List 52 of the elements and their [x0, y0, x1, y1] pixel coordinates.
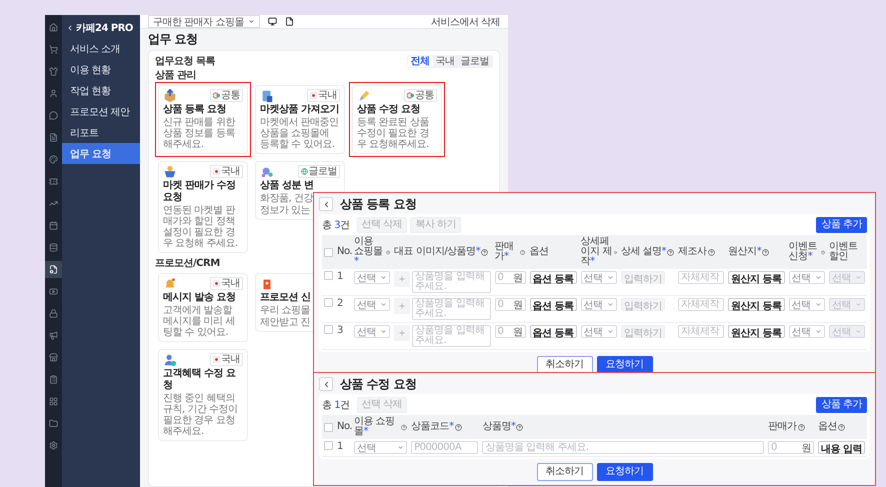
page-title: 업무 요청 [148, 32, 199, 47]
card-title: 마켓 판매가 수정 요청 [163, 180, 236, 204]
card-title: 고객혜택 수정 요청 [163, 368, 236, 392]
column-header: 원산지* [728, 247, 762, 257]
column-header: 제조사 [678, 247, 706, 257]
card-title: 프로모션 신 [260, 292, 310, 304]
row-number: 1 [337, 271, 343, 282]
column-header: No. [337, 422, 352, 432]
total-count: 총 1건 [322, 398, 350, 412]
card-description: 연동된 마켓별 판매가와 할인 정책 설정이 필요한 경우 요청해 주세요. [163, 205, 239, 249]
card-title: 마켓상품 가져오기 [260, 104, 340, 116]
row-number: 1 [337, 441, 343, 452]
column-header: 이벤트 신청* [788, 242, 818, 262]
card-description: 마켓에서 판매중인 상품을 쇼핑몰에 등록할 수 있어요. [260, 117, 340, 150]
region-badge: 국내 [210, 353, 243, 366]
row-number: 2 [337, 298, 343, 309]
card-description: 등록 완료된 상품 수정이 필요한 경우 요청해주세요. [357, 117, 430, 150]
region-badge: 글로벌 [298, 165, 340, 178]
card-title: 메시지 발송 요청 [163, 292, 236, 304]
column-header: 옵션 [818, 422, 837, 432]
column-header: 이용 쇼핑몰* [354, 417, 396, 437]
column-header: 판매가 [768, 422, 797, 432]
card-description: 우리 쇼핑몰 [260, 305, 310, 316]
dialog-title: 상품 수정 요청 [340, 377, 416, 391]
column-header: 상세페이지 제작* [580, 237, 613, 267]
region-badge: 국내 [210, 165, 243, 178]
column-header: 상세 설명* [620, 247, 666, 257]
card-description: 화장품, 건강 [260, 193, 313, 204]
section-label: 프로모션/CRM [155, 258, 220, 269]
region-badge: 국내 [210, 277, 243, 290]
column-header: 옵션 [530, 247, 549, 257]
card-description: 신규 판매를 위한 상품 정보를 등록해주세요. [163, 117, 236, 150]
card-title: 상품 수정 요청 [357, 104, 421, 116]
column-header: No. [337, 247, 352, 257]
region-badge: 국내 [307, 89, 340, 102]
list-title: 업무요청 목록 [155, 55, 215, 68]
column-header: 이용 쇼핑몰 * [354, 237, 384, 267]
card-description: 정보가 있는 [260, 205, 310, 216]
column-header: 상품명* [482, 422, 516, 432]
card-description: 제안받고 진 [260, 317, 310, 328]
card-title: 상품 등록 요청 [163, 104, 227, 116]
card-title: 상품 성분 변 [260, 180, 314, 192]
total-count: 총 3건 [322, 218, 350, 232]
column-header: 상품코드* [411, 422, 454, 432]
column-header: 판매가* [494, 242, 515, 262]
column-header: 이벤트 할인 [828, 242, 858, 262]
section-label: 상품 관리 [155, 70, 196, 81]
card-description: 진행 중인 혜택의 규칙, 기간 수정이 필요한 경우 요청해주세요. [163, 393, 239, 437]
region-badge: 공통 [404, 89, 437, 102]
column-header: 대표 이미지/상품명* [394, 247, 480, 257]
region-badge: 공통 [210, 89, 243, 102]
card-description: 고객에게 발송할 메시지를 미리 세팅할 수 있어요. [163, 305, 236, 338]
